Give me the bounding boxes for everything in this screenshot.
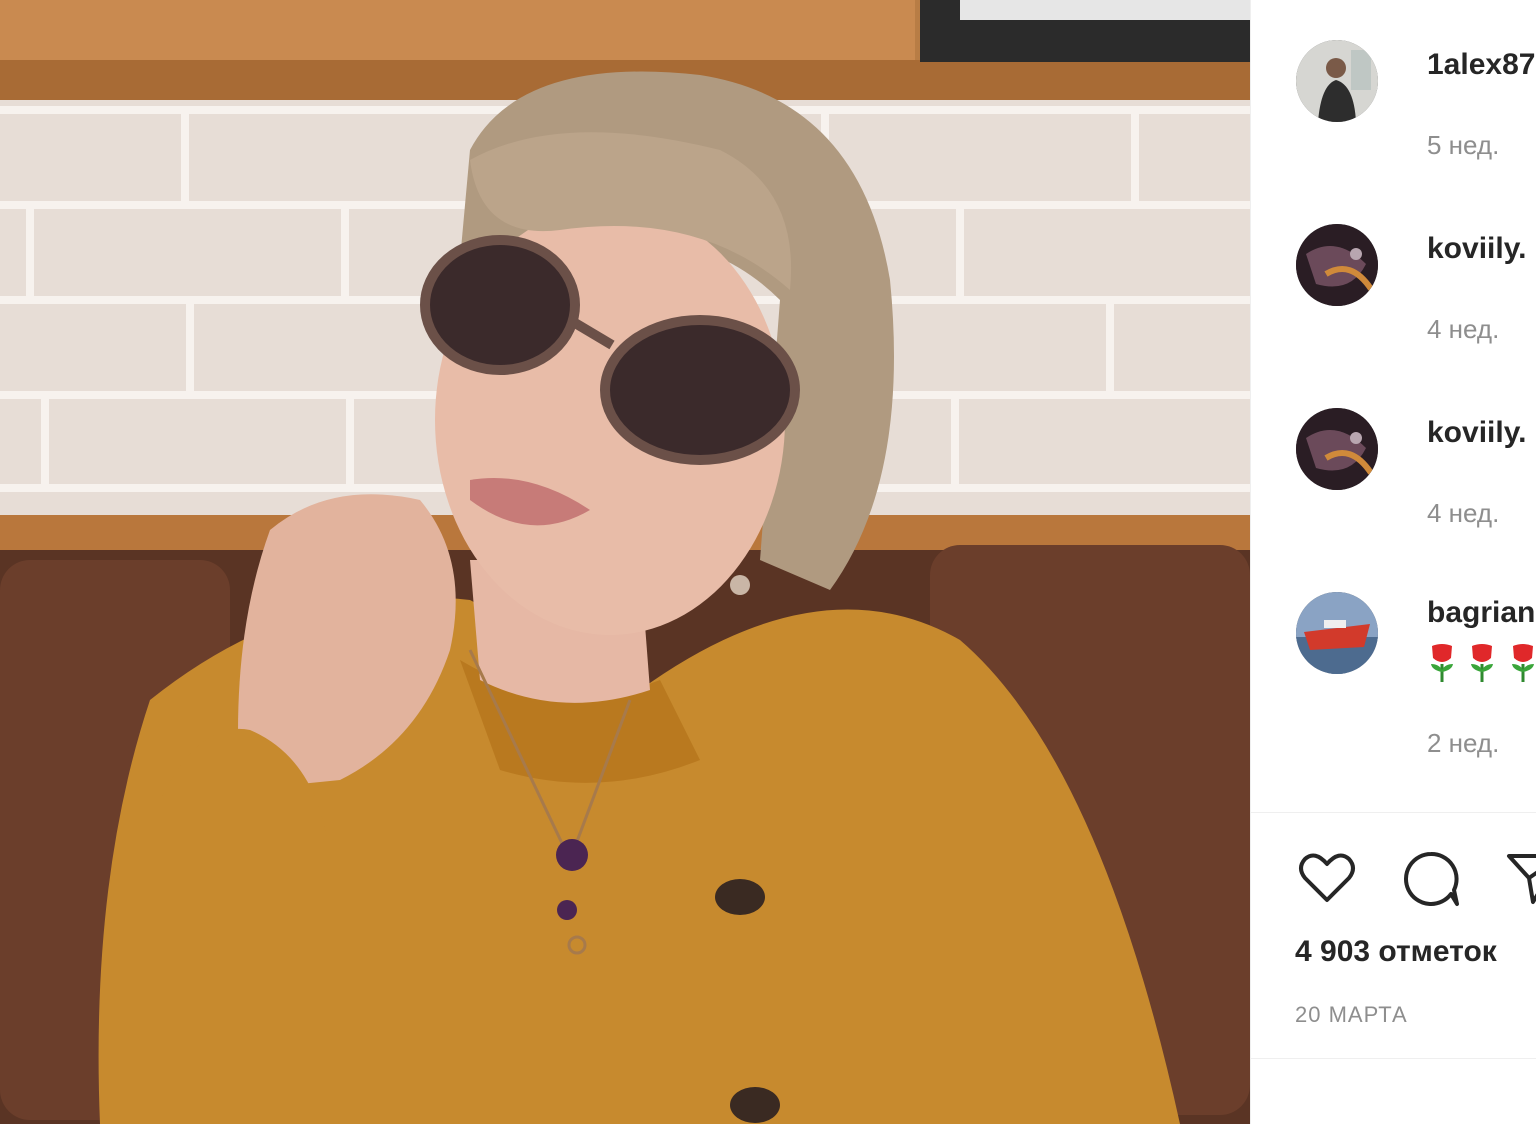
post-date[interactable]: 20 МАРТА <box>1295 1002 1408 1028</box>
likes-count[interactable]: 4 903 отметок <box>1295 935 1497 969</box>
comment-time[interactable]: 4 нед. <box>1427 314 1499 345</box>
avatar-dark-icon <box>1296 408 1378 490</box>
user-avatar[interactable] <box>1296 40 1378 122</box>
comment-bubble-icon <box>1404 851 1459 906</box>
share-button[interactable] <box>1503 846 1536 910</box>
comment-item: 1alex87 5 нед. <box>1251 36 1536 206</box>
comment-item: koviily. 4 нед. <box>1251 406 1536 576</box>
comments-panel: 1alex87 5 нед. koviily. 4 нед. koviily. <box>1250 0 1536 1124</box>
post-photo[interactable] <box>0 0 1250 1124</box>
comment-item: bagrian 🌹🌹🌹🌹 2 нед. <box>1251 590 1536 790</box>
avatar-dark-icon <box>1296 224 1378 306</box>
comment-username[interactable]: koviily. <box>1427 416 1527 450</box>
comment-username[interactable]: bagrian <box>1427 596 1535 630</box>
share-paper-plane-icon <box>1507 854 1536 904</box>
post-photo-image <box>0 0 1250 1124</box>
rose-icon <box>1431 644 1453 682</box>
section-divider <box>1251 812 1536 813</box>
avatar-boat-icon <box>1296 592 1378 674</box>
rose-icon <box>1471 644 1494 682</box>
comment-time[interactable]: 2 нед. <box>1427 728 1499 759</box>
user-avatar[interactable] <box>1296 224 1378 306</box>
comment-item: koviily. 4 нед. <box>1251 222 1536 392</box>
comment-text: 🌹🌹🌹🌹 <box>1427 642 1536 687</box>
comment-button[interactable] <box>1399 846 1463 910</box>
heart-icon <box>1299 853 1355 902</box>
user-avatar[interactable] <box>1296 408 1378 490</box>
avatar-man-icon <box>1296 40 1378 122</box>
user-avatar[interactable] <box>1296 592 1378 674</box>
comment-time[interactable]: 5 нед. <box>1427 130 1499 161</box>
comment-username[interactable]: koviily. <box>1427 232 1527 266</box>
like-button[interactable] <box>1295 846 1359 910</box>
comment-username[interactable]: 1alex87 <box>1427 48 1535 82</box>
comment-time[interactable]: 4 нед. <box>1427 498 1499 529</box>
rose-icon <box>1511 644 1534 682</box>
section-divider <box>1251 1058 1536 1059</box>
